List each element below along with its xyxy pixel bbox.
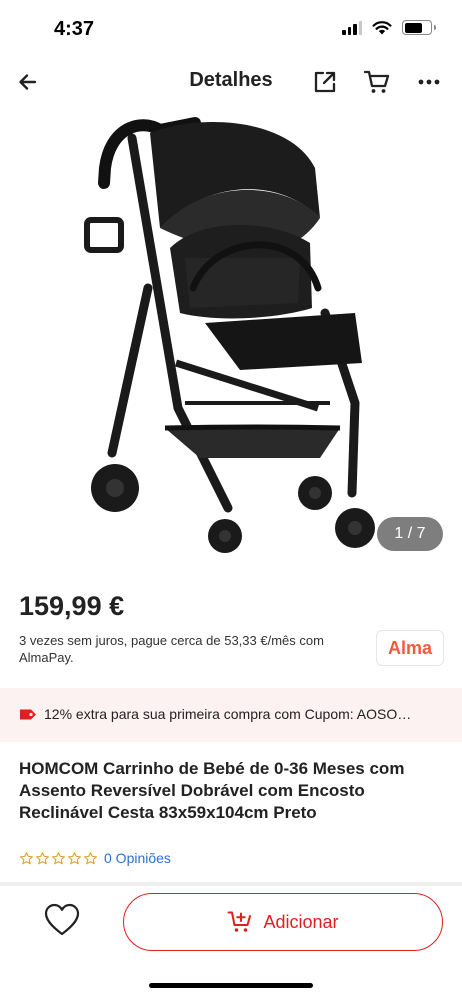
coupon-banner[interactable]: 12% extra para sua primeira compra com C… [0,688,462,742]
top-nav-bar: Detalhes [0,56,462,108]
status-bar: 4:37 [0,0,462,56]
product-price: 159,99 € [19,591,125,621]
tag-icon [20,709,36,720]
home-indicator [149,983,313,988]
back-arrow-icon[interactable] [14,68,42,96]
star-outline-icon [20,851,33,864]
star-outline-icon [52,851,65,864]
status-icons [342,20,436,35]
image-counter: 1 / 7 [377,517,443,551]
status-time: 4:37 [54,18,95,40]
coupon-text: 12% extra para sua primeira compra com C… [44,706,412,722]
page-title: Detalhes [189,69,273,91]
rating-row[interactable]: 0 Opiniões [19,850,171,866]
share-icon[interactable] [310,67,340,97]
product-image[interactable] [0,108,462,578]
alma-badge[interactable]: Alma [376,630,444,666]
reviews-link[interactable]: 0 Opiniões [104,850,171,866]
add-to-cart-label: Adicionar [263,911,339,932]
signal-icon [342,20,362,35]
star-outline-icon [68,851,81,864]
add-to-cart-icon [227,911,252,932]
bottom-action-bar: Adicionar [0,886,462,999]
product-title: HOMCOM Carrinho de Bebé de 0-36 Meses co… [19,759,405,822]
add-to-cart-button[interactable]: Adicionar [123,893,443,951]
star-outline-icon [84,851,97,864]
star-outline-icon [36,851,49,864]
heart-icon[interactable] [44,903,80,937]
battery-icon [402,20,436,35]
more-icon[interactable] [414,67,444,97]
installments-text: 3 vezes sem juros, pague cerca de 53,33 … [19,633,324,665]
wifi-icon [372,21,392,35]
cart-icon[interactable] [362,67,392,97]
rating-stars [19,851,98,866]
